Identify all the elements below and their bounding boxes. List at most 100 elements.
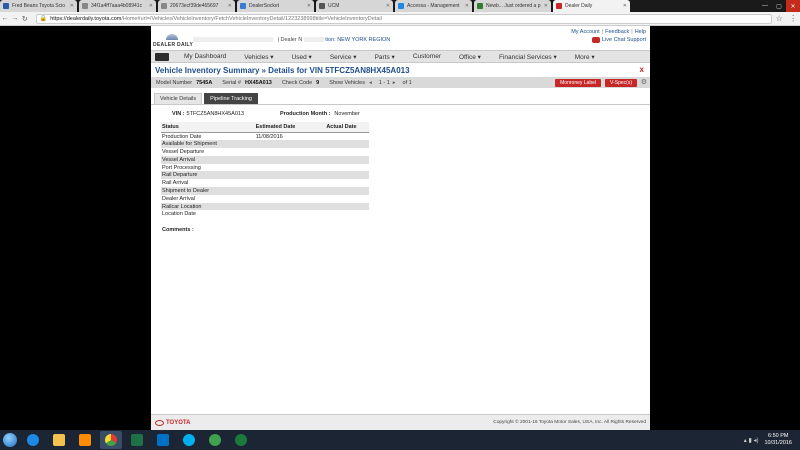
table-row: Dealer Arrival <box>161 195 369 203</box>
minimize-button[interactable]: — <box>758 0 772 12</box>
dealer-daily-logo[interactable]: DEALER DAILY <box>153 34 195 48</box>
close-tab-icon[interactable]: ✕ <box>228 3 232 9</box>
close-tab-icon[interactable]: ✕ <box>386 3 390 9</box>
table-cell <box>254 171 326 180</box>
keyboard-icon[interactable] <box>155 52 169 61</box>
explorer-taskbar-icon[interactable] <box>48 431 70 449</box>
nav-more[interactable]: More ▾ <box>575 53 595 61</box>
nav-customer[interactable]: Customer <box>413 53 441 60</box>
close-tab-icon[interactable]: ✕ <box>465 3 469 9</box>
monroney-label-button[interactable]: Monroney Label <box>555 78 601 87</box>
tab-vehicle-details[interactable]: Vehicle Details <box>154 93 203 104</box>
browser-tab[interactable]: UCM ✕ <box>316 0 393 12</box>
tab-pipeline-tracking[interactable]: Pipeline Tracking <box>204 93 258 104</box>
lock-icon: 🔒 <box>39 16 48 22</box>
nav-office[interactable]: Office ▾ <box>459 53 481 61</box>
app-taskbar-icon[interactable] <box>230 431 252 449</box>
nav-vehicles[interactable]: Vehicles ▾ <box>244 53 273 61</box>
next-page-icon[interactable]: ▸ <box>393 80 396 86</box>
tab-favicon-icon <box>398 3 404 9</box>
media-taskbar-icon[interactable] <box>74 431 96 449</box>
clock[interactable]: 6:50 PM 10/31/2016 <box>764 433 792 447</box>
table-cell <box>255 164 326 172</box>
dealer-label: | Dealer N <box>277 37 303 43</box>
browser-tab[interactable]: DealerSocket ✕ <box>237 0 314 12</box>
excel-taskbar-icon[interactable] <box>126 431 148 449</box>
table-cell: Location Date <box>162 211 196 218</box>
nav-parts[interactable]: Parts ▾ <box>375 53 395 61</box>
browser-tab[interactable]: Fred Beans Toyota Scio ✕ <box>0 0 77 12</box>
redacted-block <box>303 37 324 43</box>
browser-menu-icon[interactable]: ⋮ <box>786 14 800 23</box>
browser-tab[interactable]: 34f1a4ff7aaa4b08941c ✕ <box>79 0 156 12</box>
serial-value: HX45A013 <box>244 79 272 86</box>
table-cell <box>325 187 369 195</box>
skype-taskbar-icon[interactable] <box>178 431 200 449</box>
browser-tab[interactable]: Newb... Just ordered a p ✕ <box>474 0 551 12</box>
reload-icon[interactable]: ↻ <box>20 15 30 23</box>
table-row: Shipment to Dealer <box>161 187 369 195</box>
start-button[interactable] <box>0 430 20 450</box>
back-icon[interactable]: ← <box>0 15 10 22</box>
table-row: Rail Arrival <box>161 179 369 187</box>
maximize-button[interactable]: ▢ <box>772 0 786 12</box>
close-tab-icon[interactable]: ✕ <box>70 3 74 9</box>
tray-icons[interactable]: ▴ ▮ ◂) <box>744 437 759 444</box>
star-icon[interactable]: ☆ <box>772 14 786 23</box>
serial-label: Serial # <box>222 79 241 86</box>
url-host: https://dealerdaily.toyota.com <box>50 15 122 22</box>
toyota-emblem-icon <box>155 419 164 426</box>
prev-page-icon[interactable]: ◂ <box>369 80 372 86</box>
close-tab-icon[interactable]: ✕ <box>307 3 311 9</box>
browser-tab[interactable]: Dealer Daily ✕ <box>553 0 630 12</box>
region-label: tion: NEW YORK REGION <box>325 37 391 43</box>
help-link[interactable]: Help <box>635 29 646 35</box>
production-month-label: Production Month : <box>280 111 331 117</box>
close-tab-icon[interactable]: ✕ <box>544 3 548 9</box>
table-cell <box>325 133 369 141</box>
nav-used[interactable]: Used ▾ <box>292 53 312 61</box>
table-cell <box>254 155 326 164</box>
vin-label: VIN : <box>172 111 185 117</box>
table-header-row: Status Estimated Date Actual Date <box>161 122 369 133</box>
table-cell <box>325 179 369 187</box>
close-tab-icon[interactable]: ✕ <box>149 3 153 9</box>
close-window-button[interactable]: ✕ <box>786 0 800 12</box>
vspec-button[interactable]: V-Spec(s) <box>605 78 637 87</box>
breadcrumb-vehicle-inventory-summary[interactable]: Vehicle Inventory Summary <box>155 66 260 75</box>
gear-icon[interactable]: ⚙ <box>641 78 647 86</box>
my-account-link[interactable]: My Account <box>571 29 599 35</box>
table-row: Railcar Location <box>161 202 369 211</box>
nav-financial-services[interactable]: Financial Services ▾ <box>499 53 557 61</box>
table-cell <box>325 171 369 180</box>
table-cell: Vessel Departure <box>162 148 205 155</box>
nav-service[interactable]: Service ▾ <box>330 53 357 61</box>
live-chat-link[interactable]: Live Chat Support <box>591 37 646 43</box>
tab-favicon-icon <box>477 3 483 9</box>
chrome-taskbar-icon[interactable] <box>100 431 122 449</box>
table-cell <box>254 187 326 195</box>
ie-taskbar-icon[interactable] <box>22 431 44 449</box>
url-input[interactable]: 🔒 https://dealerdaily.toyota.com /Home#u… <box>35 13 773 24</box>
browser-tab[interactable]: 20673ecf39de465697 ✕ <box>158 0 235 12</box>
vehicle-info-bar: Model Number 7545A Serial # HX45A013 Che… <box>151 77 650 88</box>
feedback-link[interactable]: Feedback <box>605 29 629 35</box>
close-tab-icon[interactable]: ✕ <box>623 3 627 9</box>
table-cell <box>325 155 369 164</box>
nav-my-dashboard[interactable]: My Dashboard <box>184 53 226 60</box>
tab-favicon-icon <box>3 3 9 9</box>
forward-icon[interactable]: → <box>10 15 20 22</box>
column-header: Status <box>161 122 255 133</box>
close-icon[interactable]: x <box>640 65 644 74</box>
table-cell: Port Processing <box>162 164 201 171</box>
redacted-block <box>193 37 273 43</box>
table-row: Production Date 11/08/2016 <box>161 133 369 141</box>
table-row: Port Processing <box>161 164 369 172</box>
app-taskbar-icon[interactable] <box>204 431 226 449</box>
outlook-taskbar-icon[interactable] <box>152 431 174 449</box>
tab-favicon-icon <box>240 3 246 9</box>
column-header: Actual Date <box>325 122 369 133</box>
table-cell <box>255 195 326 203</box>
page-range: 1 - 1 <box>378 79 390 86</box>
browser-tab[interactable]: Accessa - Management ✕ <box>395 0 472 12</box>
